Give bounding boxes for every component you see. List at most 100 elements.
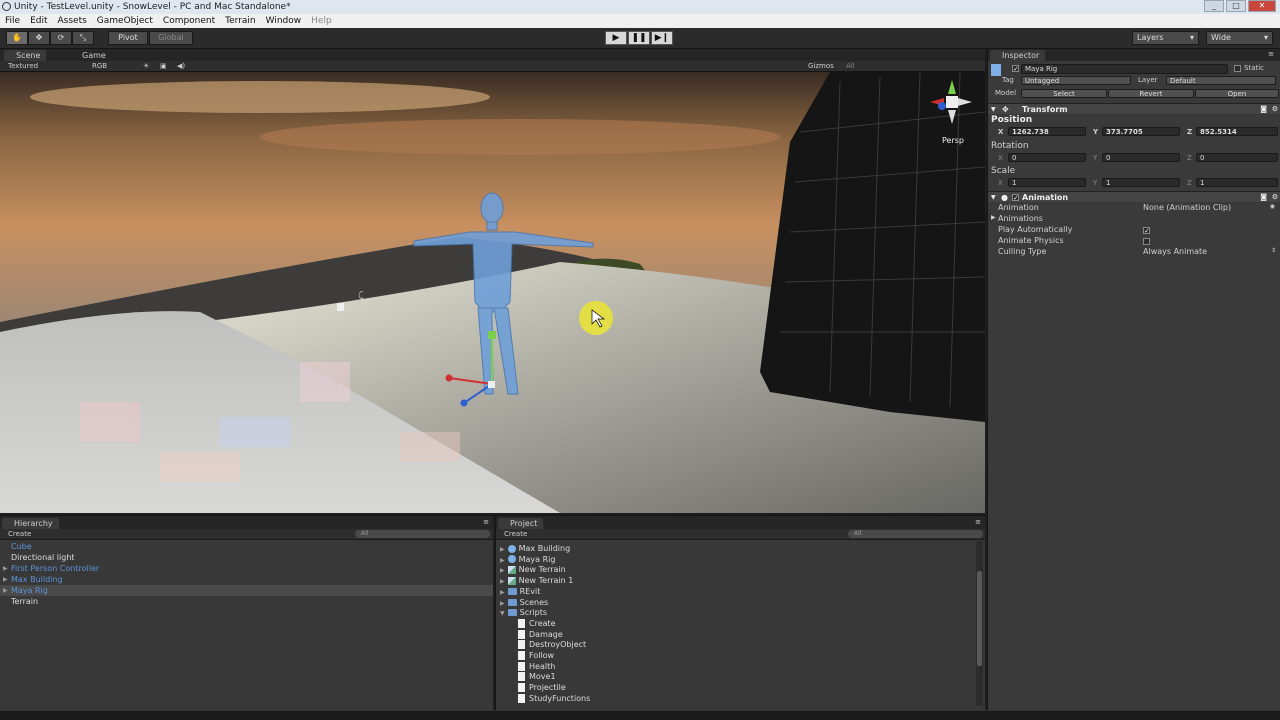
play-automatically-checkbox[interactable]: ✓	[1143, 227, 1150, 235]
expand-arrow-icon[interactable]: ▶	[500, 578, 505, 585]
help-icon[interactable]: ◙	[1260, 104, 1267, 115]
menu-help[interactable]: Help	[311, 14, 332, 28]
scene-viewport[interactable]: ⤹ Persp	[0, 72, 985, 513]
project-item[interactable]: Create	[518, 618, 556, 629]
tab-project[interactable]: Project	[498, 518, 544, 529]
object-name-field[interactable]: Maya Rig	[1021, 64, 1228, 74]
rotation-y-field[interactable]: 0	[1102, 153, 1180, 162]
panel-menu-icon[interactable]: ≡	[483, 518, 489, 526]
image-icon[interactable]: ▣	[160, 61, 167, 71]
animation-enabled-checkbox[interactable]: ✓	[1012, 194, 1019, 202]
expand-arrow-icon[interactable]: ▶	[500, 589, 505, 596]
project-item[interactable]: ▼ Scripts	[500, 607, 547, 618]
menu-component[interactable]: Component	[163, 14, 215, 28]
step-button[interactable]: ▶❙	[651, 31, 673, 45]
scale-x-field[interactable]: 1	[1008, 178, 1086, 187]
model-select-button[interactable]: Select	[1021, 89, 1107, 98]
project-create-dropdown[interactable]: Create	[504, 529, 527, 539]
tab-inspector[interactable]: Inspector	[990, 50, 1046, 61]
layout-dropdown[interactable]: Wide ▾	[1206, 31, 1273, 45]
layer-dropdown[interactable]: Default	[1166, 76, 1276, 85]
hand-tool-icon[interactable]: ✋	[6, 31, 28, 45]
tab-hierarchy[interactable]: Hierarchy	[2, 518, 59, 529]
scale-y-field[interactable]: 1	[1102, 178, 1180, 187]
project-item[interactable]: StudyFunctions	[518, 693, 590, 704]
scale-z-field[interactable]: 1	[1196, 178, 1278, 187]
animations-row[interactable]: ▶ Animations	[988, 214, 1280, 225]
project-item[interactable]: Damage	[518, 629, 563, 640]
expand-arrow-icon[interactable]: ▶	[500, 557, 505, 564]
gear-icon[interactable]: ⚙	[1272, 192, 1278, 203]
object-picker-icon[interactable]: ◉	[1270, 203, 1275, 210]
project-item[interactable]: ▶ Max Building	[500, 543, 570, 554]
hierarchy-item-cube[interactable]: Cube	[0, 541, 493, 552]
expand-arrow-icon[interactable]: ▶	[500, 600, 505, 607]
minimize-button[interactable]: _	[1204, 0, 1224, 12]
active-checkbox[interactable]: ✓	[1012, 65, 1019, 73]
tab-game[interactable]: Game	[70, 50, 112, 61]
project-scrollbar[interactable]	[976, 541, 983, 706]
project-item[interactable]: Move1	[518, 671, 556, 682]
help-icon[interactable]: ◙	[1260, 192, 1267, 203]
hierarchy-item-first-person-controller[interactable]: ▶ First Person Controller	[0, 563, 493, 574]
animation-clip-row[interactable]: Animation None (Animation Clip) ◉	[988, 203, 1280, 214]
rotation-z-field[interactable]: 0	[1196, 153, 1278, 162]
project-item[interactable]: ▶ Scenes	[500, 597, 548, 608]
render-mode-dropdown[interactable]: Textured	[8, 61, 38, 71]
hierarchy-create-dropdown[interactable]: Create	[8, 529, 31, 539]
tab-scene[interactable]: Scene	[4, 50, 47, 61]
animate-physics-checkbox[interactable]	[1143, 238, 1150, 245]
position-y-field[interactable]: 373.7705	[1102, 127, 1180, 136]
pause-button[interactable]: ❚❚	[628, 31, 650, 45]
menu-terrain[interactable]: Terrain	[225, 14, 255, 28]
position-x-field[interactable]: 1262.738	[1008, 127, 1086, 136]
hierarchy-item-max-building[interactable]: ▶ Max Building	[0, 574, 493, 585]
project-item[interactable]: ▶ New Terrain	[500, 564, 566, 575]
culling-type-row[interactable]: Culling Type Always Animate ⇕	[988, 247, 1280, 258]
global-toggle[interactable]: Global	[149, 31, 193, 45]
transform-header[interactable]: ▼ ✥ Transform ◙ ⚙	[988, 103, 1280, 114]
project-item[interactable]: ▶ REvit	[500, 586, 540, 597]
rotate-tool-icon[interactable]: ⟳	[50, 31, 72, 45]
project-item[interactable]: Health	[518, 661, 555, 672]
pivot-toggle[interactable]: Pivot	[108, 31, 148, 45]
color-mode-dropdown[interactable]: RGB	[92, 61, 107, 71]
position-z-field[interactable]: 852.5314	[1196, 127, 1278, 136]
expand-arrow-icon[interactable]: ▶	[3, 574, 8, 585]
scene-search-input[interactable]: All	[846, 61, 855, 71]
project-search-input[interactable]: All	[848, 530, 983, 538]
project-item[interactable]: DestroyObject	[518, 639, 586, 650]
model-revert-button[interactable]: Revert	[1108, 89, 1194, 98]
hierarchy-item-directional-light[interactable]: Directional light	[0, 552, 493, 563]
expand-arrow-icon[interactable]: ▶	[3, 585, 8, 596]
project-item[interactable]: ▶ New Terrain 1	[500, 575, 573, 586]
static-checkbox[interactable]	[1234, 65, 1241, 72]
hierarchy-search-input[interactable]: All	[355, 530, 490, 538]
sun-icon[interactable]: ☀	[143, 61, 149, 71]
maximize-button[interactable]: □	[1226, 0, 1246, 12]
menu-window[interactable]: Window	[266, 14, 302, 28]
rotation-x-field[interactable]: 0	[1008, 153, 1086, 162]
menu-edit[interactable]: Edit	[30, 14, 47, 28]
scale-tool-icon[interactable]: ⤡	[72, 31, 94, 45]
layers-dropdown[interactable]: Layers ▾	[1132, 31, 1199, 45]
hierarchy-item-maya-rig[interactable]: ▶ Maya Rig	[0, 585, 493, 596]
close-button[interactable]: ✕	[1248, 0, 1276, 12]
menu-file[interactable]: File	[5, 14, 20, 28]
scrollbar-thumb[interactable]	[977, 571, 982, 666]
expand-arrow-icon[interactable]: ▶	[3, 563, 8, 574]
audio-icon[interactable]: ◀)	[177, 61, 185, 71]
tag-dropdown[interactable]: Untagged	[1021, 76, 1131, 85]
move-tool-icon[interactable]: ✥	[28, 31, 50, 45]
expand-arrow-icon[interactable]: ▶	[500, 567, 505, 574]
panel-menu-icon[interactable]: ≡	[1268, 50, 1274, 58]
panel-menu-icon[interactable]: ≡	[975, 518, 981, 526]
model-open-button[interactable]: Open	[1195, 89, 1279, 98]
gear-icon[interactable]: ⚙	[1272, 104, 1278, 115]
menu-gameobject[interactable]: GameObject	[97, 14, 153, 28]
play-button[interactable]: ▶	[605, 31, 627, 45]
animation-header[interactable]: ▼ ● ✓ Animation ◙ ⚙	[988, 191, 1280, 202]
expand-arrow-icon[interactable]: ▼	[500, 610, 505, 617]
project-item[interactable]: ▶ Maya Rig	[500, 554, 555, 565]
project-item[interactable]: Projectile	[518, 682, 566, 693]
